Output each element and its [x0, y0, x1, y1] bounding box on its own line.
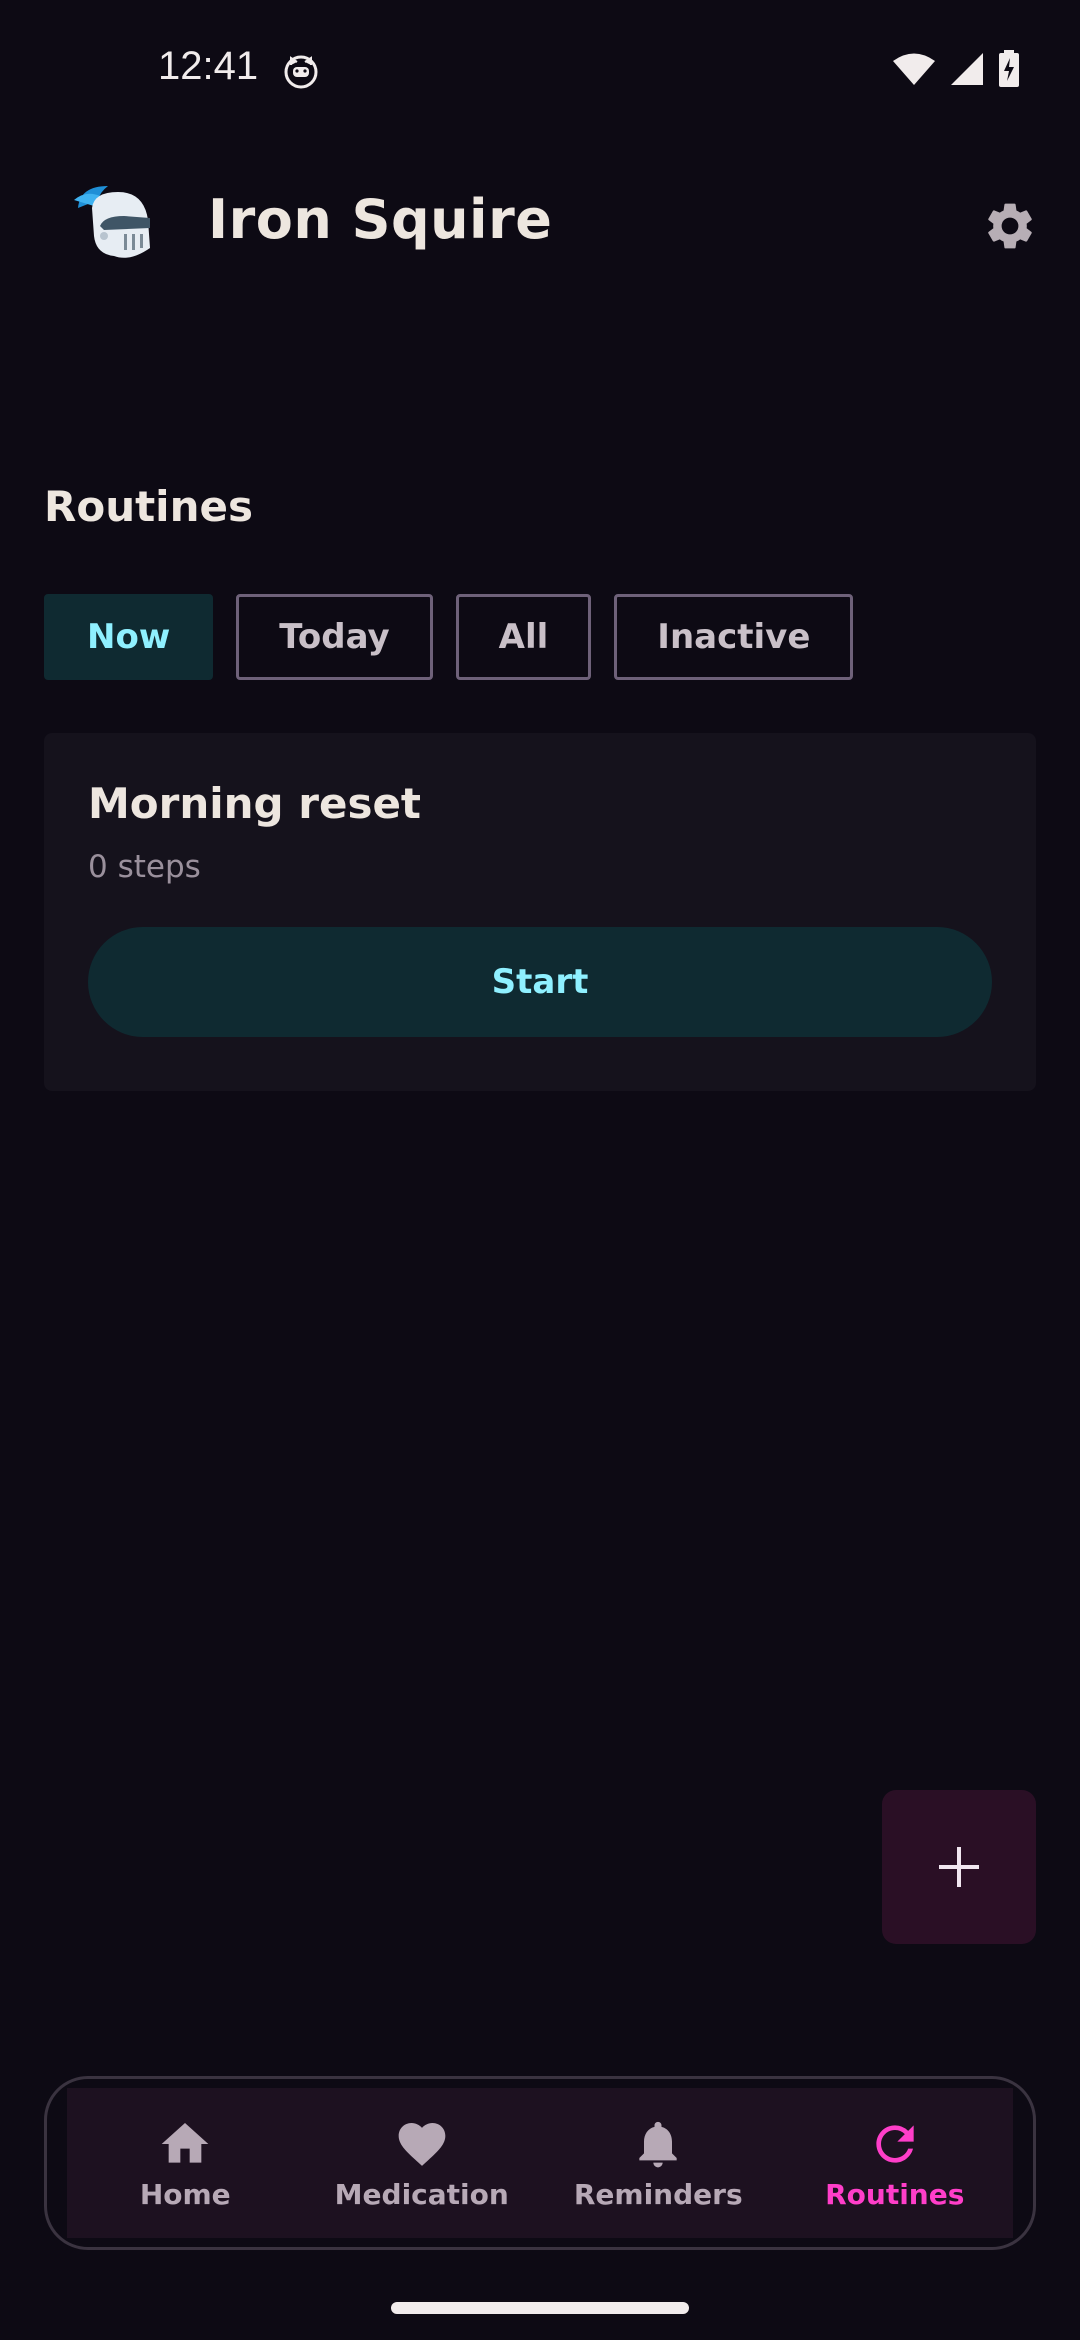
settings-button[interactable]: [970, 186, 1050, 266]
filter-tab-today[interactable]: Today: [236, 594, 433, 680]
start-routine-button[interactable]: Start: [88, 927, 992, 1037]
app-screen: 12:41 Iron Squire Routines Now Today All…: [0, 0, 1080, 2340]
routine-step-count: 0 steps: [88, 849, 201, 885]
signal-icon: [951, 53, 983, 85]
filter-tab-all[interactable]: All: [455, 594, 592, 680]
routine-name: Morning reset: [88, 779, 422, 828]
refresh-icon: [876, 2124, 914, 2163]
filter-tabs: Now Today All Inactive: [44, 594, 854, 680]
nav-label-reminders: Reminders: [573, 2177, 743, 2211]
nav-label-routines: Routines: [825, 2177, 965, 2211]
nav-label-home: Home: [139, 2177, 231, 2211]
nav-item-routines[interactable]: Routines: [777, 2088, 1014, 2238]
add-routine-button[interactable]: [882, 1790, 1036, 1944]
filter-tab-inactive[interactable]: Inactive: [614, 594, 854, 680]
nav-item-home[interactable]: Home: [67, 2088, 304, 2238]
nav-label-medication: Medication: [334, 2177, 509, 2211]
nav-item-reminders[interactable]: Reminders: [540, 2088, 777, 2238]
section-title: Routines: [44, 482, 253, 531]
wifi-icon: [893, 53, 935, 85]
plus-icon: [939, 1847, 979, 1887]
status-time: 12:41: [158, 44, 259, 88]
bottom-navigation: Home Medication Reminders Routines: [44, 2076, 1036, 2250]
knight-helmet-icon: [74, 186, 150, 258]
app-bar: Iron Squire: [0, 160, 1080, 290]
battery-charging-icon: [999, 50, 1019, 87]
gear-icon: [988, 203, 1032, 249]
heart-icon: [398, 2122, 446, 2166]
filter-tab-now[interactable]: Now: [44, 594, 214, 680]
app-title: Iron Squire: [208, 188, 553, 251]
cat-face-icon: [284, 55, 318, 89]
routine-card: Morning reset 0 steps Start: [44, 733, 1036, 1091]
nav-item-medication[interactable]: Medication: [304, 2088, 541, 2238]
gesture-navigation-bar[interactable]: [391, 2302, 689, 2314]
status-icons: [892, 50, 1020, 88]
status-bar: 12:41: [0, 0, 1080, 142]
bell-icon: [639, 2121, 677, 2167]
home-icon: [161, 2122, 209, 2163]
